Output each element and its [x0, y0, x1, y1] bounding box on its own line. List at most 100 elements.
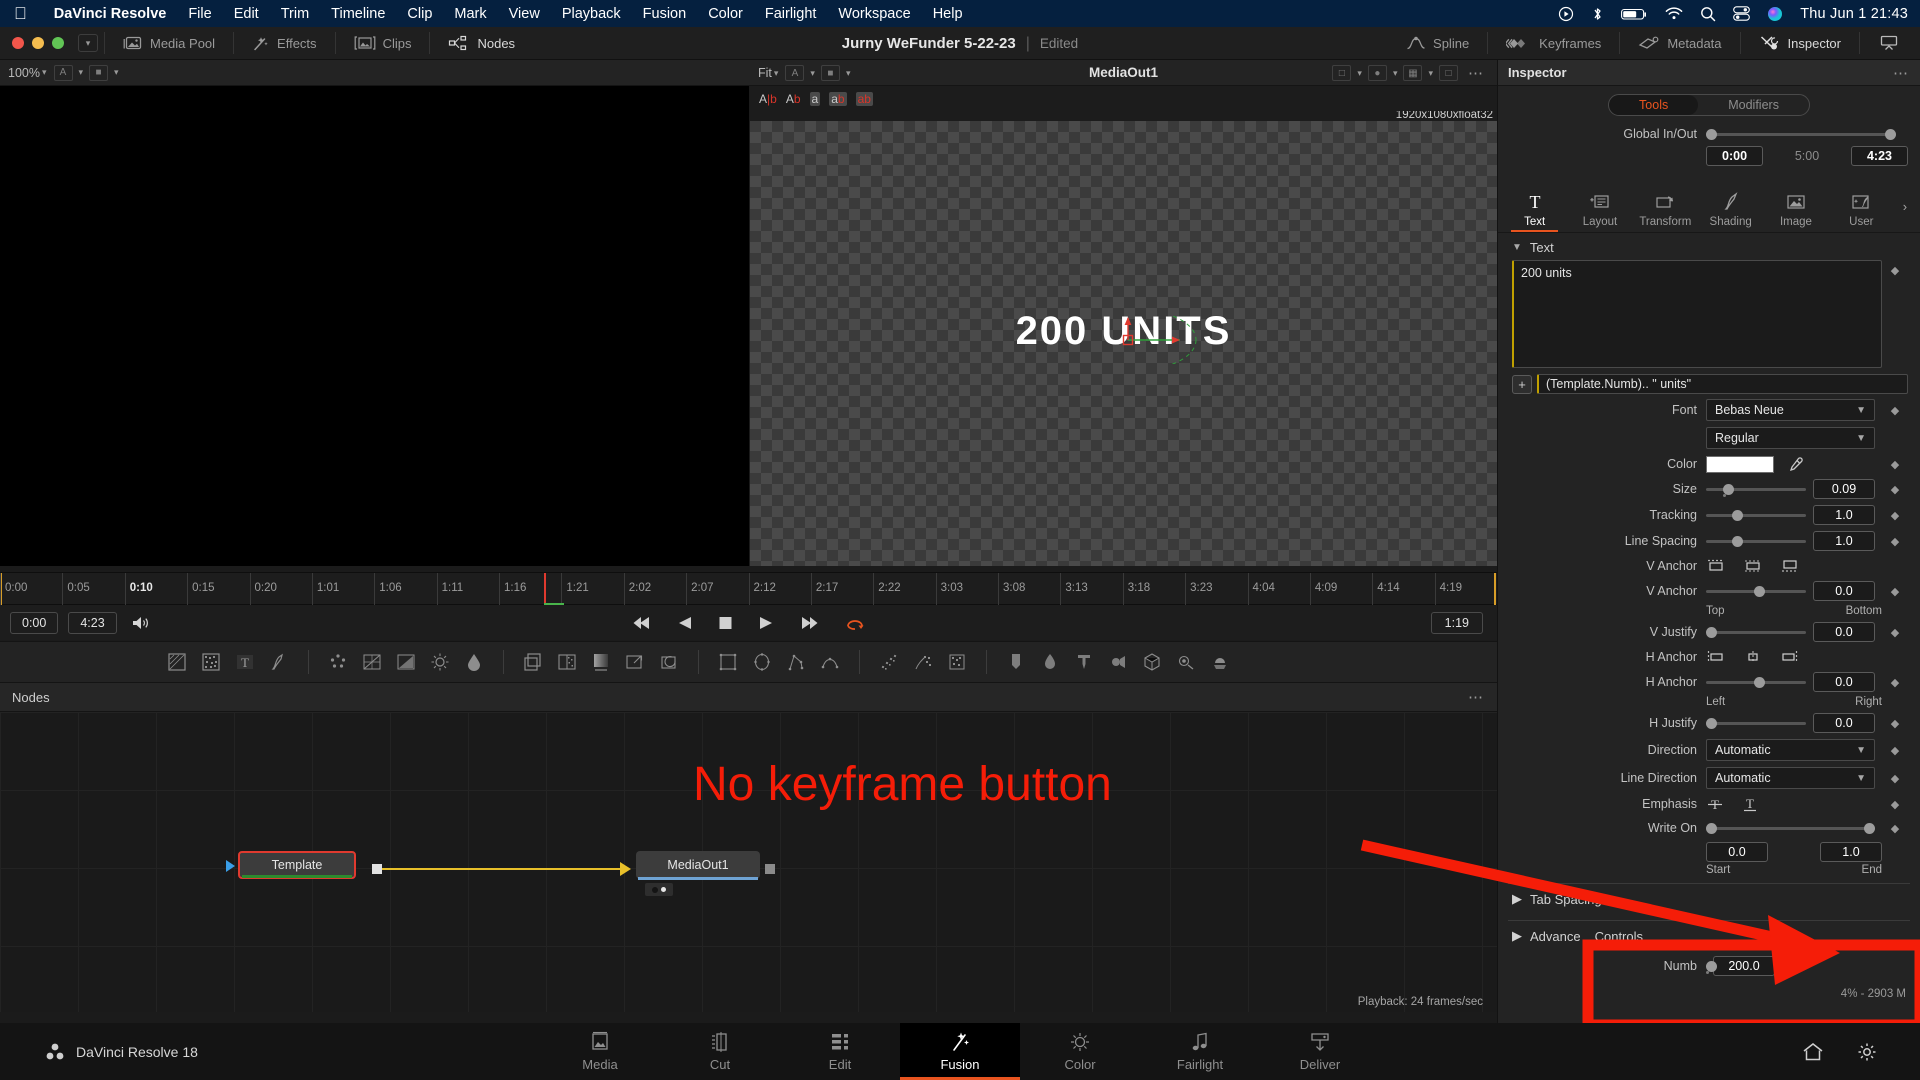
- a-single-icon[interactable]: a: [809, 91, 821, 106]
- chevron-down-icon[interactable]: ▾: [1357, 68, 1362, 79]
- numb-value[interactable]: 200.0: [1713, 956, 1775, 976]
- text-anchor-gizmo[interactable]: [1120, 316, 1210, 364]
- dissolve-tool-icon[interactable]: [556, 652, 578, 672]
- channel-a-icon[interactable]: A: [53, 64, 73, 81]
- jump-to-end-button[interactable]: [799, 616, 819, 630]
- h-anchor-keyframe-diamond-icon[interactable]: ◆: [1882, 676, 1908, 689]
- node-mediaout1[interactable]: MediaOut1: [636, 851, 760, 880]
- bluetooth-icon[interactable]: [1591, 6, 1604, 22]
- viewer-image-area[interactable]: 1920x1080xfloat32 200 UNITS: [750, 111, 1497, 566]
- particle-render-icon[interactable]: [912, 652, 934, 672]
- text-3d-icon[interactable]: [1073, 652, 1095, 672]
- h-justify-value[interactable]: 0.0: [1813, 713, 1875, 733]
- v-anchor-bottom-icon[interactable]: [1780, 559, 1800, 573]
- template-output-port[interactable]: [372, 864, 382, 874]
- hue-tool-icon[interactable]: [463, 652, 485, 672]
- effects-button[interactable]: Effects: [240, 27, 329, 60]
- text-input[interactable]: 200 units: [1512, 260, 1882, 368]
- ellipse-mask-icon[interactable]: [751, 652, 773, 672]
- chevron-down-icon[interactable]: ▾: [846, 68, 851, 79]
- menu-app-name[interactable]: DaVinci Resolve: [43, 6, 178, 22]
- single-viewer-icon[interactable]: □: [1439, 65, 1458, 81]
- add-expression-button[interactable]: +: [1512, 374, 1532, 394]
- color-keyframe-diamond-icon[interactable]: ◆: [1882, 458, 1908, 471]
- color-swatch[interactable]: [1706, 455, 1774, 473]
- h-anchor-center-icon[interactable]: [1743, 650, 1763, 664]
- menu-edit[interactable]: Edit: [223, 6, 270, 22]
- timeline-out-marker[interactable]: [1494, 573, 1496, 606]
- gradient-tool-icon[interactable]: [590, 652, 612, 672]
- tab-user[interactable]: User: [1829, 191, 1894, 232]
- h-anchor-left-icon[interactable]: [1706, 650, 1726, 664]
- v-anchor-top-icon[interactable]: [1706, 559, 1726, 573]
- control-center-icon[interactable]: [1733, 6, 1751, 21]
- merge-tool-icon[interactable]: [522, 652, 544, 672]
- write-on-keyframe-diamond-icon[interactable]: ◆: [1882, 822, 1908, 835]
- menu-view[interactable]: View: [498, 6, 551, 22]
- metadata-button[interactable]: Metadata: [1626, 27, 1733, 60]
- play-reverse-button[interactable]: [677, 616, 693, 630]
- menu-fairlight[interactable]: Fairlight: [754, 6, 828, 22]
- direction-keyframe-diamond-icon[interactable]: ◆: [1882, 744, 1908, 757]
- menu-clip[interactable]: Clip: [396, 6, 443, 22]
- write-on-end-value[interactable]: 1.0: [1820, 842, 1882, 862]
- camera-3d-icon[interactable]: [1107, 652, 1129, 672]
- rectangle-mask-icon[interactable]: [717, 652, 739, 672]
- slider-knob[interactable]: [1732, 509, 1743, 521]
- left-viewer-canvas[interactable]: [0, 86, 749, 566]
- page-fusion[interactable]: Fusion: [900, 1023, 1020, 1080]
- slider-knob[interactable]: [1723, 483, 1734, 495]
- polygon-mask-icon[interactable]: [785, 652, 807, 672]
- text-keyframe-diamond-icon[interactable]: ◆: [1882, 260, 1908, 277]
- menu-playback[interactable]: Playback: [551, 6, 632, 22]
- menu-fusion[interactable]: Fusion: [632, 6, 698, 22]
- bspline-mask-icon[interactable]: [819, 652, 841, 672]
- page-edit[interactable]: Edit: [780, 1023, 900, 1080]
- grid-overlay-icon[interactable]: ▦: [1403, 65, 1423, 81]
- template-input-arrow[interactable]: [226, 860, 235, 872]
- mediaout1-viewer-dots[interactable]: [645, 883, 673, 896]
- menu-mark[interactable]: Mark: [443, 6, 497, 22]
- screen-record-icon[interactable]: [1558, 6, 1574, 22]
- tab-transform[interactable]: Transform: [1633, 191, 1698, 232]
- play-forward-button[interactable]: [758, 616, 774, 630]
- paint-tool-icon[interactable]: [268, 652, 290, 672]
- page-fairlight[interactable]: Fairlight: [1140, 1023, 1260, 1080]
- eyedropper-icon[interactable]: [1787, 456, 1804, 473]
- chevron-down-icon[interactable]: ▾: [810, 68, 815, 79]
- v-justify-value[interactable]: 0.0: [1813, 622, 1875, 642]
- merge-3d-icon[interactable]: [1141, 652, 1163, 672]
- global-in-out-slider[interactable]: [1706, 127, 1896, 141]
- tracking-keyframe-diamond-icon[interactable]: ◆: [1882, 509, 1908, 522]
- nodes-graph-canvas[interactable]: No keyframe button Template MediaOut1 Pl…: [0, 712, 1497, 1012]
- h-justify-slider[interactable]: [1706, 716, 1806, 730]
- brightness-tool-icon[interactable]: [429, 652, 451, 672]
- background-tool-icon[interactable]: [166, 652, 188, 672]
- tab-spacing-section[interactable]: ▶ Tab Spacing: [1498, 884, 1920, 913]
- slider-knob[interactable]: [1754, 676, 1765, 688]
- text-tool-icon[interactable]: T: [234, 652, 256, 672]
- image-plane-3d-icon[interactable]: [1005, 652, 1027, 672]
- timeline-ruler[interactable]: 0:00 0:05 0:10 0:15 0:20 1:01 1:06 1:11 1:16 1:21…: [0, 572, 1497, 606]
- slider-knob-out[interactable]: [1885, 128, 1896, 140]
- roi-icon[interactable]: □: [1332, 65, 1352, 81]
- expression-input[interactable]: (Template.Numb).. " units": [1537, 374, 1908, 394]
- h-anchor-right-icon[interactable]: [1780, 650, 1800, 664]
- jump-to-start-button[interactable]: [632, 616, 652, 630]
- timeline-playhead[interactable]: [544, 573, 565, 606]
- panel-collapse-button[interactable]: [1866, 27, 1912, 60]
- battery-icon[interactable]: [1621, 7, 1648, 21]
- gamut-tool-icon[interactable]: [395, 652, 417, 672]
- viewer-dot-b-icon[interactable]: [661, 887, 666, 892]
- v-justify-slider[interactable]: [1706, 625, 1806, 639]
- project-switcher-dropdown[interactable]: ▾: [78, 34, 98, 52]
- tracking-value[interactable]: 1.0: [1813, 505, 1875, 525]
- slider-knob[interactable]: [1706, 717, 1717, 729]
- channel-a-icon[interactable]: A: [785, 65, 805, 81]
- slider-knob-in[interactable]: [1706, 128, 1717, 140]
- v-anchor-middle-icon[interactable]: [1743, 559, 1763, 573]
- page-cut[interactable]: Cut: [660, 1023, 780, 1080]
- menu-timeline[interactable]: Timeline: [320, 6, 396, 22]
- menu-trim[interactable]: Trim: [270, 6, 320, 22]
- chevron-down-icon[interactable]: ▾: [1428, 68, 1433, 79]
